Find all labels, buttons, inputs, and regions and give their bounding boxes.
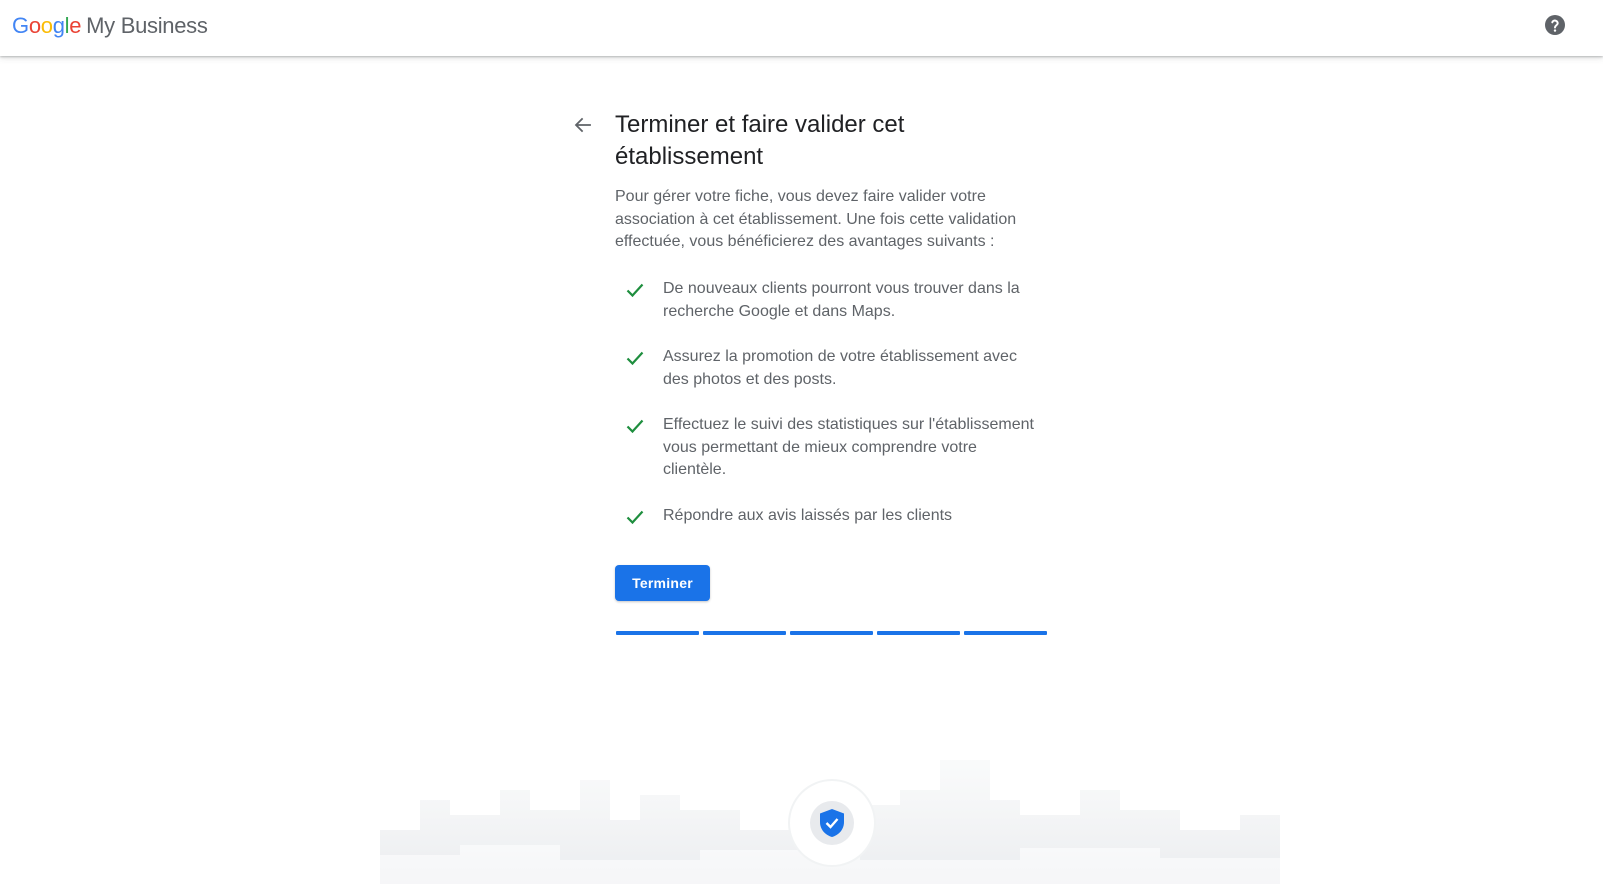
check-icon — [623, 414, 647, 438]
progress-step — [877, 631, 960, 635]
check-icon — [623, 278, 647, 302]
progress-step — [790, 631, 873, 635]
help-icon[interactable] — [1543, 13, 1567, 37]
check-icon — [623, 505, 647, 529]
benefit-item: Répondre aux avis laissés par les client… — [615, 505, 1043, 528]
progress-step — [616, 631, 699, 635]
benefit-text: Assurez la promotion de votre établissem… — [663, 348, 1017, 388]
check-icon — [623, 346, 647, 370]
intro-text: Pour gérer votre fiche, vous devez faire… — [615, 188, 1017, 250]
page-title: Terminer et faire valider cet établissem… — [615, 111, 905, 170]
benefit-text: Répondre aux avis laissés par les client… — [663, 506, 953, 524]
google-my-business-logo[interactable]: Google My Business — [12, 12, 208, 40]
progress-step — [964, 631, 1047, 635]
benefit-text: Effectuez le suivi des statistiques sur … — [663, 416, 1034, 478]
verification-badge — [790, 781, 874, 865]
back-arrow-icon[interactable] — [571, 113, 595, 137]
app-header: Google My Business — [0, 0, 1603, 56]
finish-button[interactable]: Terminer — [615, 565, 710, 601]
benefit-item: Assurez la promotion de votre établissem… — [615, 346, 1043, 391]
product-name: My Business — [86, 13, 208, 38]
benefit-item: De nouveaux clients pourront vous trouve… — [615, 278, 1043, 323]
progress-step — [703, 631, 786, 635]
benefit-text: De nouveaux clients pourront vous trouve… — [663, 280, 1020, 320]
benefits-list: De nouveaux clients pourront vous trouve… — [615, 278, 1055, 550]
google-wordmark: Google — [12, 13, 82, 38]
verified-shield-icon — [820, 809, 844, 837]
progress-indicator — [616, 631, 1047, 635]
benefit-item: Effectuez le suivi des statistiques sur … — [615, 414, 1043, 482]
